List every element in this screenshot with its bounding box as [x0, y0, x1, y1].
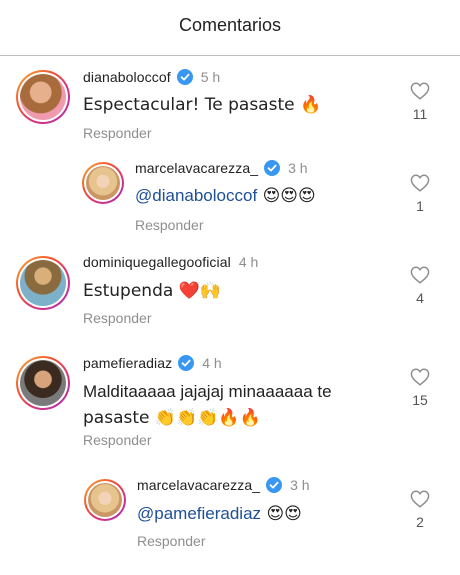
comment-text-line-2: pasaste 👏👏👏🔥🔥 — [83, 408, 261, 428]
avatar[interactable] — [16, 70, 70, 124]
comment-text: Espectacular! Te pasaste 🔥 — [83, 95, 322, 115]
heart-icon[interactable] — [410, 82, 430, 100]
like-count: 4 — [416, 290, 424, 306]
like-count: 2 — [416, 514, 424, 530]
comment-time: 4 h — [238, 254, 259, 270]
comment-time: 5 h — [200, 69, 221, 85]
comment-text: Estupenda ❤️🙌 — [83, 281, 222, 301]
comment-username[interactable]: pamefieradiaz — [83, 355, 172, 371]
reply-button[interactable]: Responder — [83, 432, 152, 448]
like-count: 15 — [412, 392, 428, 408]
reply-button[interactable]: Responder — [83, 125, 152, 141]
verified-badge-icon — [264, 160, 281, 176]
comment-username[interactable]: dominiquegallegooficial — [83, 254, 231, 270]
verified-badge-icon — [178, 355, 195, 371]
verified-badge-icon — [176, 69, 193, 85]
comment-username[interactable]: dianaboloccof — [83, 69, 171, 85]
comment-text: 😍😍😍 — [257, 186, 316, 206]
comment-username[interactable]: marcelavacarezza_ — [137, 477, 260, 493]
avatar[interactable] — [82, 162, 124, 204]
reply-button[interactable]: Responder — [137, 533, 206, 549]
page-title: Comentarios — [178, 15, 282, 35]
verified-badge-icon — [266, 477, 283, 493]
like-control: 4 — [405, 266, 435, 306]
reply-button[interactable]: Responder — [83, 310, 152, 326]
comment-time: 4 h — [202, 355, 222, 371]
avatar[interactable] — [16, 256, 70, 310]
heart-icon[interactable] — [410, 266, 430, 284]
avatar[interactable] — [84, 479, 126, 521]
comment-text-line-1: Malditaaaaa jajajaj minaaaaaa te — [83, 382, 332, 401]
like-control: 15 — [405, 368, 435, 408]
heart-icon[interactable] — [410, 490, 430, 508]
avatar[interactable] — [16, 356, 70, 410]
like-count: 11 — [412, 106, 428, 122]
like-control: 2 — [405, 490, 435, 530]
comment-time: 3 h — [290, 477, 310, 493]
comment-time: 3 h — [288, 160, 308, 176]
heart-icon[interactable] — [410, 368, 430, 386]
comment-username[interactable]: marcelavacarezza_ — [135, 160, 258, 176]
comments-header: Comentarios — [0, 0, 460, 56]
heart-icon[interactable] — [410, 174, 430, 192]
like-count: 1 — [416, 198, 424, 214]
mention-link[interactable]: @dianaboloccof — [135, 186, 257, 205]
like-control: 11 — [405, 82, 435, 122]
like-control: 1 — [405, 174, 435, 214]
reply-button[interactable]: Responder — [135, 217, 204, 233]
mention-link[interactable]: @pamefieradiaz — [137, 504, 261, 523]
comment-text: 😍😍 — [261, 504, 302, 524]
